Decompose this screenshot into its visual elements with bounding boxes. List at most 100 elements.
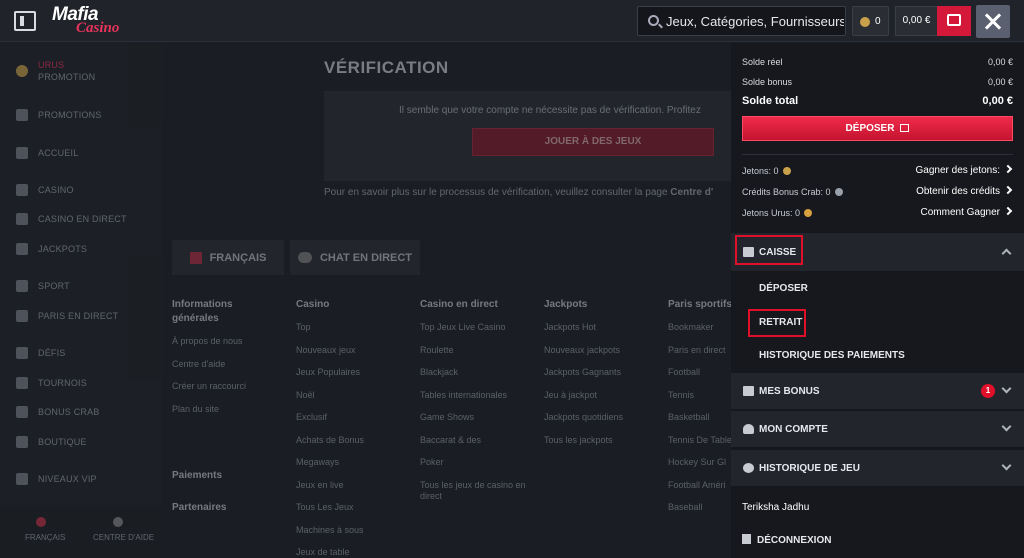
footer-link[interactable]: Baccarat & des xyxy=(420,435,540,458)
sidebar-item-casino[interactable]: CASINO xyxy=(16,181,74,199)
coins-button[interactable]: 0 xyxy=(852,6,889,36)
earn-tokens-link[interactable]: Gagner des jetons: xyxy=(916,164,1013,176)
sidebar-item-label: DÉFIS xyxy=(38,348,66,358)
footer-link[interactable]: Megaways xyxy=(296,457,416,480)
sidebar-item-challenges[interactable]: DÉFIS xyxy=(16,344,66,362)
deposit-button[interactable]: DÉPOSER xyxy=(742,116,1013,141)
search-box[interactable] xyxy=(637,6,846,36)
total-balance-value: 0,00 € xyxy=(982,95,1013,107)
username: Teriksha Jadhu xyxy=(742,502,810,513)
cashier-payment-history-link[interactable]: HISTORIQUE DES PAIEMENTS xyxy=(759,350,905,361)
sidebar-item-label: PROMOTIONS xyxy=(38,110,102,120)
sidebar-item-shop[interactable]: BOUTIQUE xyxy=(16,433,87,451)
footer-link[interactable]: Tables internationales xyxy=(420,390,540,413)
sidebar-urus-line2: PROMOTION xyxy=(38,72,96,82)
sidebar-item-live-casino[interactable]: CASINO EN DIRECT xyxy=(16,210,127,228)
sidebar-item-home[interactable]: ACCUEIL xyxy=(16,144,78,162)
chevron-right-icon xyxy=(1003,164,1013,174)
footer-link[interactable]: Centre d'aide xyxy=(172,359,282,382)
cashier-deposit-link[interactable]: DÉPOSER xyxy=(759,283,808,294)
live-icon xyxy=(16,213,28,225)
footer-link[interactable]: Football Améri xyxy=(668,480,731,503)
sidebar-item-jackpots[interactable]: JACKPOTS xyxy=(16,240,87,258)
real-balance-row: Solde réel 0,00 € xyxy=(742,57,1013,67)
sidebar-item-urus-promotion[interactable]: URUS PROMOTION xyxy=(16,58,95,84)
app-root: Mafia Casino 0 0,00 € URUS PROMOTION PRO… xyxy=(0,0,1024,558)
sidebar-item-bonus-crab[interactable]: BONUS CRAB xyxy=(16,403,100,421)
footer-link[interactable]: Basketball xyxy=(668,412,731,435)
sidebar-item-sport[interactable]: SPORT xyxy=(16,277,70,295)
search-input[interactable] xyxy=(666,7,844,35)
get-credits-link[interactable]: Obtenir des crédits xyxy=(916,185,1013,197)
chevron-right-icon xyxy=(1003,185,1013,195)
footer-link[interactable]: Tous Les Jeux xyxy=(296,502,416,525)
footer-link[interactable]: Paris en direct xyxy=(668,345,731,368)
footer-link[interactable]: Nouveaux jackpots xyxy=(544,345,664,368)
footer-link[interactable]: Exclusif xyxy=(296,412,416,435)
live-chat-button[interactable]: CHAT EN DIRECT xyxy=(290,240,420,275)
footer-link[interactable]: Machines à sous xyxy=(296,525,416,548)
footer-link[interactable]: Jeux en live xyxy=(296,480,416,503)
footer-link[interactable]: Achats de Bonus xyxy=(296,435,416,458)
total-balance-row: Solde total 0,00 € xyxy=(742,95,1013,107)
footer-link[interactable]: À propos de nous xyxy=(172,336,282,359)
footer-link[interactable]: Jackpots quotidiens xyxy=(544,412,664,435)
footer-link[interactable]: Jeu à jackpot xyxy=(544,390,664,413)
my-bonus-section-header[interactable]: MES BONUS 1 xyxy=(731,373,1024,409)
footer-link[interactable]: Tous les jackpots xyxy=(544,435,664,458)
footer-link[interactable]: Roulette xyxy=(420,345,540,368)
logo-text-bottom: Casino xyxy=(76,20,120,36)
footer-link[interactable]: Jackpots Hot xyxy=(544,322,664,345)
footer-link[interactable]: Hockey Sur Gl xyxy=(668,457,731,480)
footer-link[interactable]: Plan du site xyxy=(172,404,282,427)
verification-text: Il semble que votre compte ne nécessite … xyxy=(399,105,701,116)
search-icon xyxy=(648,15,659,26)
wallet-button[interactable] xyxy=(937,6,971,36)
footer-link[interactable]: Tennis xyxy=(668,390,731,413)
game-history-section-header[interactable]: HISTORIQUE DE JEU xyxy=(731,450,1024,486)
sidebar-item-vip-levels[interactable]: NIVEAUX VIP xyxy=(16,470,97,488)
how-to-earn-link[interactable]: Comment Gagner xyxy=(920,206,1013,218)
footer-link[interactable]: Tous les jeux de casino en direct xyxy=(420,480,530,503)
sidebar-item-promotions[interactable]: PROMOTIONS xyxy=(16,106,102,124)
footer-link[interactable]: Tennis De Table xyxy=(668,435,731,458)
footer-link[interactable]: Blackjack xyxy=(420,367,540,390)
footer-link[interactable]: Bookmaker xyxy=(668,322,731,345)
footer-language-button[interactable]: FRANÇAIS xyxy=(25,533,65,542)
logout-icon xyxy=(742,534,751,544)
sidebar-toggle-icon[interactable] xyxy=(14,11,36,31)
footer-link[interactable]: Baseball xyxy=(668,502,731,525)
language-button[interactable]: FRANÇAIS xyxy=(172,240,284,275)
footer-payments[interactable]: Paiements xyxy=(172,470,222,481)
user-icon xyxy=(743,424,754,434)
divider xyxy=(742,154,1013,155)
logo[interactable]: Mafia Casino xyxy=(52,4,132,38)
footer-partners[interactable]: Partenaires xyxy=(172,502,226,513)
close-panel-button[interactable] xyxy=(976,5,1010,38)
footer-link[interactable]: Nouveaux jeux xyxy=(296,345,416,368)
logout-button[interactable]: DÉCONNEXION xyxy=(742,534,831,546)
footer-link[interactable]: Jackpots Gagnants xyxy=(544,367,664,390)
footer-link[interactable]: Game Shows xyxy=(420,412,540,435)
help-center-link[interactable]: Centre d' xyxy=(670,187,713,198)
footer-link[interactable]: Top xyxy=(296,322,416,345)
footer-link[interactable]: Poker xyxy=(420,457,540,480)
footer-link[interactable]: Top Jeux Live Casino xyxy=(420,322,540,345)
sidebar-item-live-betting[interactable]: PARIS EN DIRECT xyxy=(16,307,118,325)
play-games-button[interactable]: JOUER À DES JEUX xyxy=(472,128,714,156)
main-content: VÉRIFICATION Il semble que votre compte … xyxy=(162,43,731,558)
game-history-label: HISTORIQUE DE JEU xyxy=(759,463,860,474)
my-account-section-header[interactable]: MON COMPTE xyxy=(731,411,1024,447)
footer-link[interactable]: Jeux Populaires xyxy=(296,367,416,390)
footer-help-button[interactable]: CENTRE D'AIDE xyxy=(93,533,154,542)
balance-button[interactable]: 0,00 € xyxy=(895,6,937,36)
page-title: VÉRIFICATION xyxy=(324,58,449,77)
sidebar-item-tournaments[interactable]: TOURNOIS xyxy=(16,374,87,392)
footer-link[interactable]: Noël xyxy=(296,390,416,413)
how-to-earn-label: Comment Gagner xyxy=(920,207,1000,218)
footer-link[interactable]: Football xyxy=(668,367,731,390)
footer-column-info: Informations générales À propos de nous … xyxy=(172,298,282,426)
footer-link[interactable]: Jeux de table xyxy=(296,547,416,558)
footer-link[interactable]: Créer un raccourci xyxy=(172,381,282,404)
sidebar-item-label: CASINO xyxy=(38,185,74,195)
